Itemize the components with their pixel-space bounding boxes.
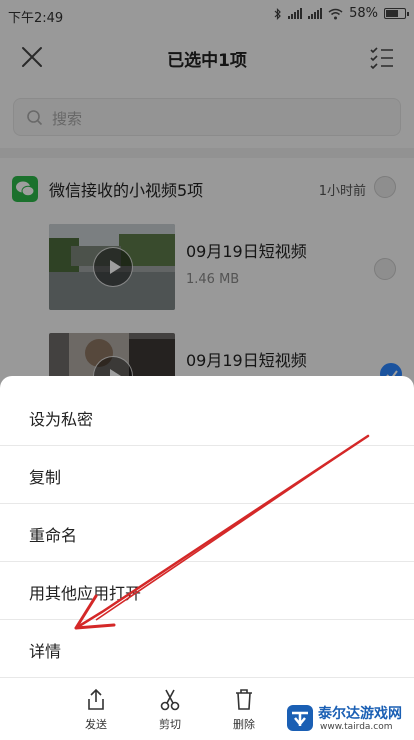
watermark-name: 泰尔达游戏网 (318, 706, 402, 722)
annotation-arrow (74, 434, 370, 630)
watermark-logo-icon (287, 705, 313, 731)
watermark: 泰尔达游戏网 www.tairda.com (286, 702, 410, 736)
file-manager-page: 下午2:49 58% 已选中1项 搜索 微信接收的小视频5项 1小时前 09月1… (0, 0, 414, 740)
watermark-url: www.tairda.com (320, 722, 393, 732)
